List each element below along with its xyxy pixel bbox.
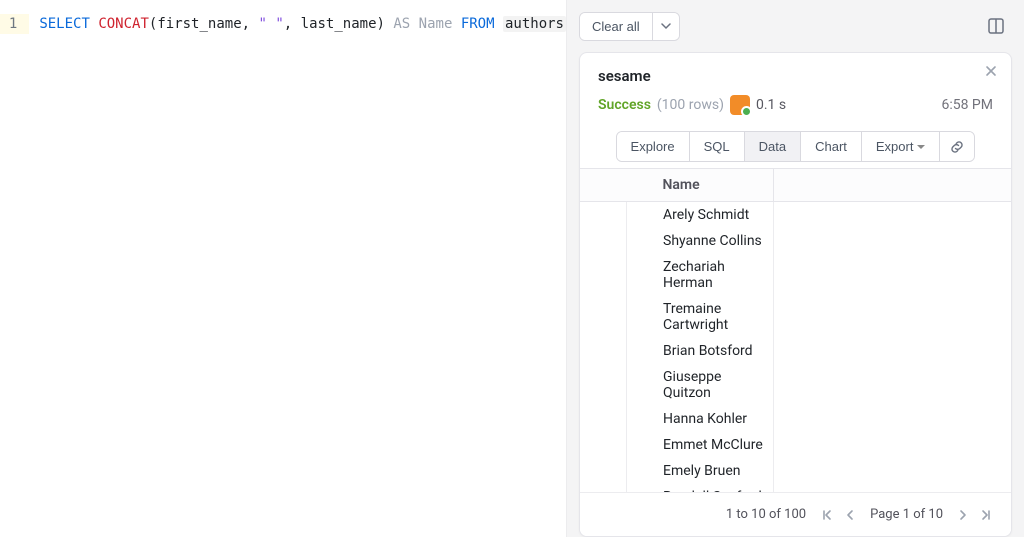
layout-toggle-button[interactable] bbox=[980, 10, 1012, 42]
link-icon bbox=[950, 140, 964, 154]
cell-empty bbox=[774, 364, 1011, 406]
row-spacer bbox=[580, 254, 627, 296]
chevron-down-icon bbox=[917, 145, 925, 149]
timestamp: 6:58 PM bbox=[941, 97, 993, 113]
column-header-name[interactable]: Name bbox=[627, 169, 774, 202]
kw-as: AS bbox=[393, 16, 410, 32]
fn-concat: CONCAT bbox=[98, 16, 149, 32]
pager-prev[interactable] bbox=[844, 508, 856, 522]
cell-name: Emely Bruen bbox=[627, 458, 774, 484]
row-spacer bbox=[580, 364, 627, 406]
database-icon bbox=[730, 95, 750, 115]
results-panel: Clear all sesame Success (100 rows) 0.1 … bbox=[566, 0, 1024, 537]
row-spacer bbox=[580, 202, 627, 229]
code-args-open: (first_name, bbox=[149, 16, 259, 32]
table-row[interactable]: Hanna Kohler bbox=[580, 406, 1011, 432]
status-label: Success bbox=[598, 97, 651, 113]
pager-last[interactable] bbox=[979, 508, 993, 522]
result-title: sesame bbox=[598, 67, 993, 85]
cell-empty bbox=[774, 432, 1011, 458]
cell-name: Arely Schmidt bbox=[627, 202, 774, 229]
chevron-down-icon bbox=[661, 21, 671, 31]
cell-empty bbox=[774, 296, 1011, 338]
sql-editor[interactable]: 1 SELECT CONCAT(first_name, " ", last_na… bbox=[0, 0, 566, 537]
row-spacer bbox=[580, 484, 627, 492]
tab-export[interactable]: Export bbox=[862, 132, 941, 161]
pager-first[interactable] bbox=[820, 508, 834, 522]
kw-from: FROM bbox=[461, 16, 495, 32]
code-content[interactable]: SELECT CONCAT(first_name, " ", last_name… bbox=[29, 14, 566, 34]
table-name: authors bbox=[503, 16, 566, 32]
table-row[interactable]: Arely Schmidt bbox=[580, 202, 1011, 229]
cell-empty bbox=[774, 338, 1011, 364]
row-spacer bbox=[580, 458, 627, 484]
code-line: 1 SELECT CONCAT(first_name, " ", last_na… bbox=[0, 0, 566, 34]
code-string: " " bbox=[258, 16, 283, 32]
pager: 1 to 10 of 100 Page 1 of 10 bbox=[580, 492, 1011, 536]
header-spacer bbox=[580, 169, 627, 202]
tab-export-label: Export bbox=[876, 139, 914, 154]
result-tabs: Explore SQL Data Chart Export bbox=[598, 131, 993, 162]
table-row[interactable]: Zechariah Herman bbox=[580, 254, 1011, 296]
chevron-right-icon bbox=[957, 508, 969, 522]
cell-name: Shyanne Collins bbox=[627, 228, 774, 254]
row-spacer bbox=[580, 296, 627, 338]
duration: 0.1 s bbox=[756, 97, 786, 113]
cell-empty bbox=[774, 458, 1011, 484]
table-body: Arely SchmidtShyanne CollinsZechariah He… bbox=[580, 202, 1011, 493]
cell-empty bbox=[774, 406, 1011, 432]
chevron-left-icon bbox=[844, 508, 856, 522]
data-table-wrap: Name Arely SchmidtShyanne CollinsZechari… bbox=[580, 168, 1011, 492]
cell-name: Tremaine Cartwright bbox=[627, 296, 774, 338]
kw-select: SELECT bbox=[39, 16, 90, 32]
row-spacer bbox=[580, 432, 627, 458]
cell-name: Hanna Kohler bbox=[627, 406, 774, 432]
data-table: Name Arely SchmidtShyanne CollinsZechari… bbox=[580, 168, 1011, 492]
cell-empty bbox=[774, 202, 1011, 229]
row-spacer bbox=[580, 406, 627, 432]
cell-name: Emmet McClure bbox=[627, 432, 774, 458]
tab-data[interactable]: Data bbox=[745, 132, 801, 161]
cell-name: Zechariah Herman bbox=[627, 254, 774, 296]
code-args-close: , last_name) bbox=[284, 16, 385, 32]
clear-all-dropdown[interactable] bbox=[653, 13, 679, 40]
cell-name: Brian Botsford bbox=[627, 338, 774, 364]
share-link-button[interactable] bbox=[940, 132, 974, 161]
table-row[interactable]: Randall Sanford bbox=[580, 484, 1011, 492]
close-icon bbox=[985, 65, 997, 77]
cell-empty bbox=[774, 484, 1011, 492]
row-spacer bbox=[580, 228, 627, 254]
pager-page: Page 1 of 10 bbox=[870, 507, 943, 522]
clear-all-group: Clear all bbox=[579, 12, 680, 41]
pager-next[interactable] bbox=[957, 508, 969, 522]
tab-sql[interactable]: SQL bbox=[690, 132, 745, 161]
row-spacer bbox=[580, 338, 627, 364]
table-row[interactable]: Giuseppe Quitzon bbox=[580, 364, 1011, 406]
table-row[interactable]: Brian Botsford bbox=[580, 338, 1011, 364]
columns-icon bbox=[987, 17, 1005, 35]
result-card: sesame Success (100 rows) 0.1 s 6:58 PM … bbox=[579, 52, 1012, 537]
pager-range: 1 to 10 of 100 bbox=[726, 507, 806, 522]
alias-name: Name bbox=[419, 16, 453, 32]
tab-chart[interactable]: Chart bbox=[801, 132, 862, 161]
line-number: 1 bbox=[0, 14, 29, 34]
column-header-empty bbox=[774, 169, 1011, 202]
first-page-icon bbox=[820, 508, 834, 522]
close-button[interactable] bbox=[985, 65, 997, 77]
last-page-icon bbox=[979, 508, 993, 522]
table-row[interactable]: Emely Bruen bbox=[580, 458, 1011, 484]
panel-toolbar: Clear all bbox=[579, 10, 1012, 42]
table-row[interactable]: Shyanne Collins bbox=[580, 228, 1011, 254]
status-row: Success (100 rows) 0.1 s 6:58 PM bbox=[598, 95, 993, 115]
tab-explore[interactable]: Explore bbox=[617, 132, 690, 161]
cell-empty bbox=[774, 254, 1011, 296]
cell-empty bbox=[774, 228, 1011, 254]
table-row[interactable]: Tremaine Cartwright bbox=[580, 296, 1011, 338]
clear-all-button[interactable]: Clear all bbox=[580, 13, 652, 40]
cell-name: Giuseppe Quitzon bbox=[627, 364, 774, 406]
cell-name: Randall Sanford bbox=[627, 484, 774, 492]
table-row[interactable]: Emmet McClure bbox=[580, 432, 1011, 458]
row-count: (100 rows) bbox=[657, 97, 724, 113]
